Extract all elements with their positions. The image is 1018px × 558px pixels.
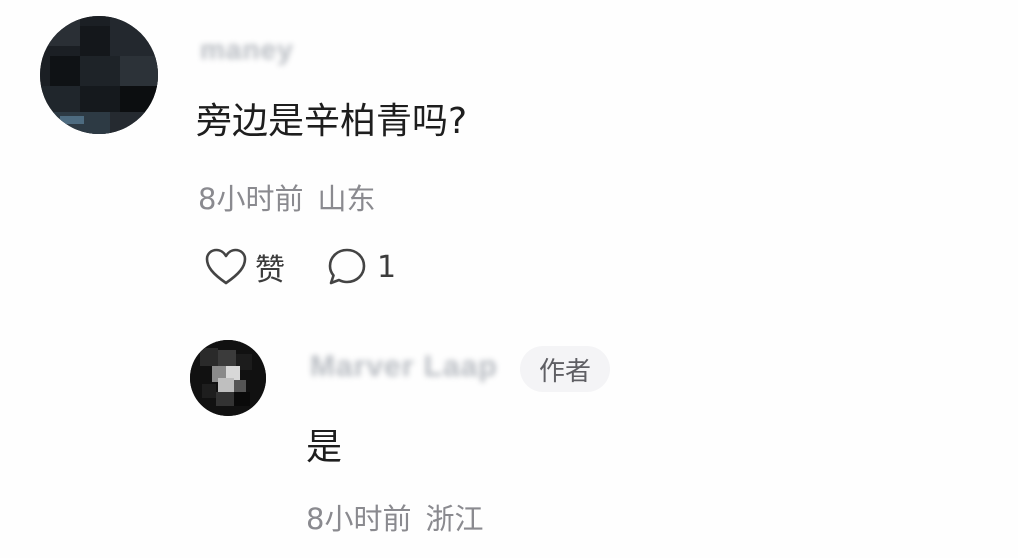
like-button-label[interactable]: 赞 — [255, 245, 285, 289]
author-avatar[interactable] — [190, 340, 266, 416]
comment-bubble-icon[interactable] — [327, 247, 367, 287]
commenter-avatar[interactable] — [40, 16, 158, 134]
author-username[interactable]: Marver Laap — [310, 350, 498, 384]
reply-count[interactable]: 1 — [377, 250, 396, 285]
comment-meta: 8小时前 山东 — [198, 176, 375, 218]
pixelated-avatar-image — [190, 340, 266, 416]
comment-location: 山东 — [317, 182, 376, 216]
reply-time: 8小时前 — [306, 502, 412, 536]
comment-time: 8小时前 — [198, 182, 304, 216]
commenter-username[interactable]: maney — [200, 34, 294, 66]
comment-text: 旁边是辛柏青吗? — [196, 101, 468, 142]
author-badge: 作者 — [520, 346, 610, 392]
reply-location: 浙江 — [425, 502, 484, 536]
comment-actions: 赞 1 — [205, 245, 396, 289]
reply-text: 是 — [306, 427, 343, 468]
heart-icon[interactable] — [205, 248, 247, 286]
reply-meta: 8小时前 浙江 — [306, 496, 483, 538]
pixelated-avatar-image — [40, 16, 158, 134]
